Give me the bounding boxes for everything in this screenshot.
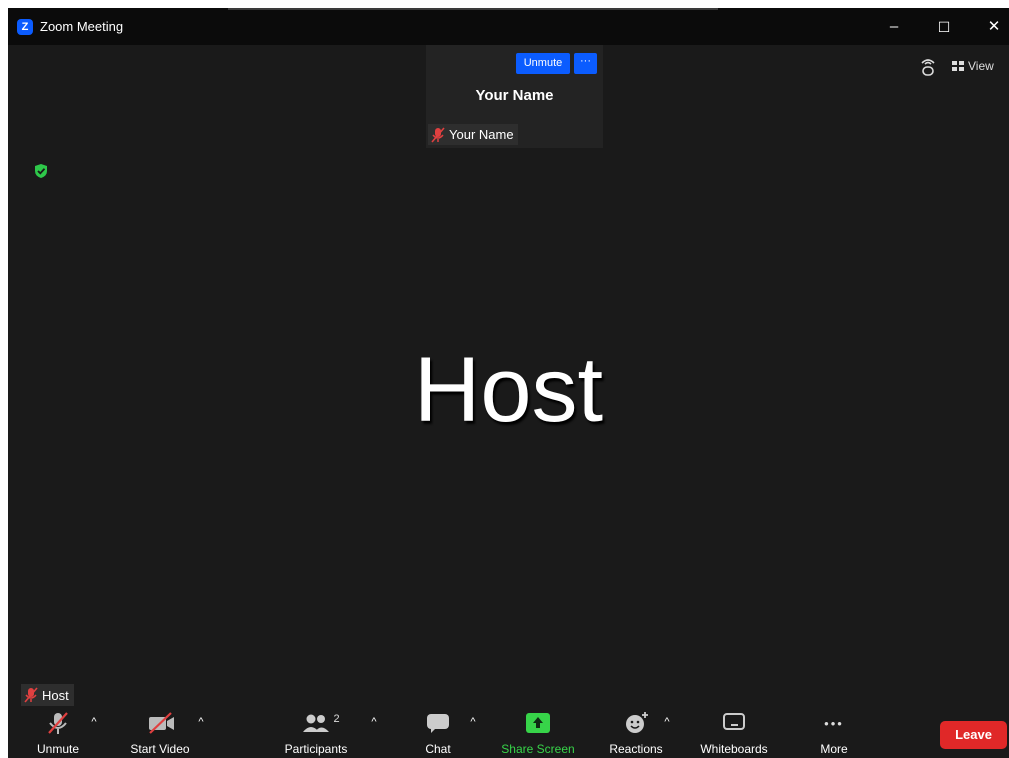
tile-more-button[interactable]: ···	[574, 53, 597, 74]
chat-icon	[427, 714, 449, 733]
view-button[interactable]: View	[952, 55, 994, 77]
self-name-label: Your Name	[428, 124, 518, 145]
top-accent-bar	[228, 8, 718, 10]
unmute-label: Unmute	[36, 742, 80, 756]
more-label: More	[820, 742, 848, 756]
zoom-logo-icon: Z	[17, 19, 33, 35]
audio-control-glyph	[921, 59, 935, 76]
share-screen-icon	[526, 713, 550, 733]
meeting-toolbar: Unmute ^ Start Video ^ 2 Participants ^ …	[8, 708, 1009, 758]
minimize-button[interactable]: –	[871, 14, 917, 40]
video-options-caret[interactable]: ^	[195, 716, 207, 728]
participants-button[interactable]: 2 Participants	[276, 708, 356, 758]
participants-options-caret[interactable]: ^	[368, 716, 380, 728]
ellipsis-icon: •••	[824, 715, 844, 731]
reactions-label: Reactions	[609, 742, 663, 756]
participants-icon	[303, 714, 330, 732]
shield-glyph	[35, 164, 47, 178]
audio-control-icon[interactable]	[917, 55, 939, 77]
grid-icon	[952, 61, 964, 71]
chat-options-caret[interactable]: ^	[467, 716, 479, 728]
close-button[interactable]: ✕	[971, 14, 1009, 40]
participants-label: Participants	[284, 742, 348, 756]
audio-options-caret[interactable]: ^	[88, 716, 100, 728]
more-button[interactable]: ••• More	[808, 708, 860, 758]
speaker-name-label: Host	[21, 684, 74, 706]
share-screen-label: Share Screen	[501, 742, 575, 756]
reactions-icon	[626, 712, 648, 733]
self-display-name: Your Name	[475, 87, 554, 104]
reactions-options-caret[interactable]: ^	[661, 716, 673, 728]
start-video-button[interactable]: Start Video	[120, 708, 200, 758]
maximize-button[interactable]: ☐	[921, 14, 967, 40]
self-name-text: Your Name	[449, 127, 514, 142]
whiteboard-icon	[723, 713, 745, 730]
unmute-button[interactable]: Unmute	[26, 708, 90, 758]
view-label: View	[968, 59, 994, 73]
mic-muted-icon	[48, 712, 68, 734]
video-off-icon	[149, 712, 174, 734]
title-bar: Z Zoom Meeting – ☐ ✕	[8, 8, 1009, 45]
mic-muted-icon	[24, 687, 38, 703]
start-video-label: Start Video	[130, 742, 190, 756]
chat-label: Chat	[425, 742, 451, 756]
share-screen-button[interactable]: Share Screen	[492, 708, 584, 758]
chat-button[interactable]: Chat	[410, 708, 466, 758]
zoom-window: Z Zoom Meeting – ☐ ✕ Unmute ··· Your Nam…	[8, 8, 1009, 758]
whiteboards-label: Whiteboards	[700, 742, 768, 756]
participants-count: 2	[333, 713, 340, 725]
speaker-name-text: Host	[42, 687, 69, 703]
leave-button[interactable]: Leave	[940, 721, 1007, 749]
self-video-tile[interactable]: Unmute ··· Your Name Your Name	[426, 45, 603, 148]
mic-muted-icon	[431, 126, 445, 143]
tile-unmute-button[interactable]: Unmute	[516, 53, 570, 74]
security-shield-icon[interactable]	[34, 163, 48, 184]
window-title: Zoom Meeting	[40, 19, 124, 34]
active-speaker-name: Host	[413, 339, 604, 441]
whiteboards-button[interactable]: Whiteboards	[692, 708, 776, 758]
